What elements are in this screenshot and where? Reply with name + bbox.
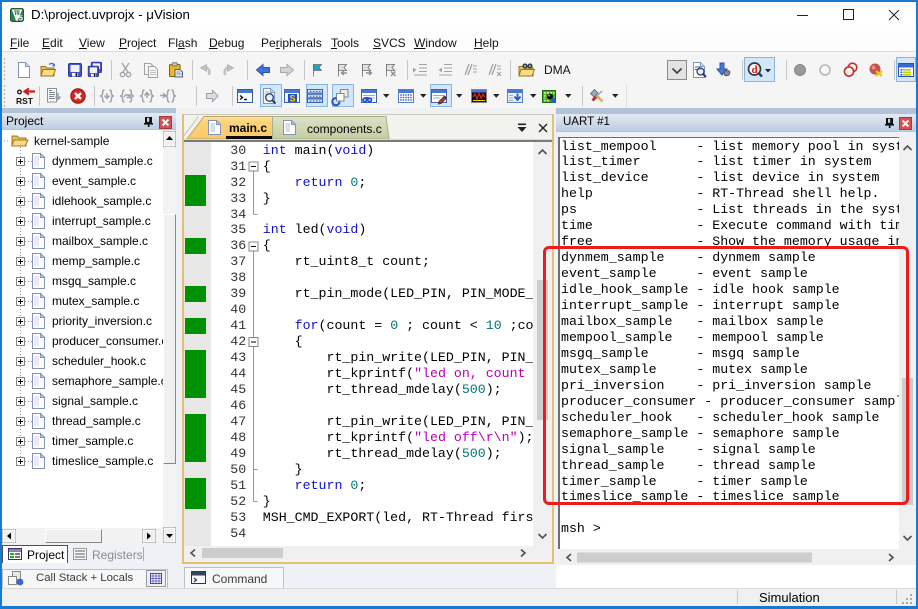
svg-text:d: d [751,64,757,76]
svg-text:RST: RST [16,96,34,106]
svg-text:5: 5 [19,14,23,23]
svg-text:S: S [289,94,295,104]
